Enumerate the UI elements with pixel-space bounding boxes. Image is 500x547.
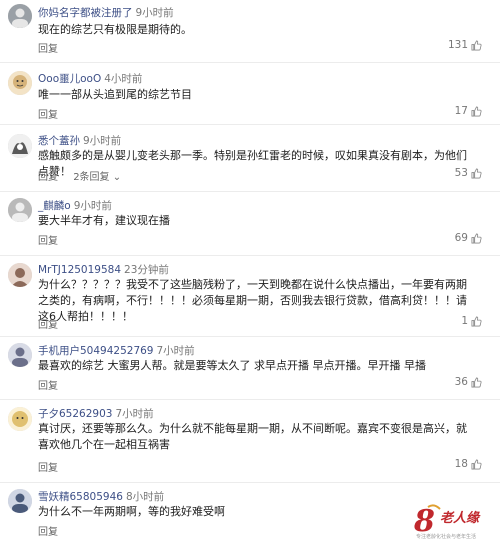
- comment-item: 你妈名字都被注册了 9小时前 现在的综艺只有极限是期待的。 回复 131: [0, 0, 500, 63]
- comment-meta: 雪妖精65805946 8小时前: [38, 489, 164, 504]
- watermark-text: 老人缘: [440, 511, 480, 526]
- username[interactable]: 子夕65262903: [38, 408, 112, 420]
- like-button[interactable]: 1: [461, 315, 482, 327]
- comment-item: 手机用户50494252769 7小时前 最喜欢的综艺 大蜜男人帮。就是要等太久了…: [0, 337, 500, 400]
- thumbs-up-icon: [471, 233, 482, 243]
- thumbs-up-icon: [471, 459, 482, 469]
- timestamp: 9小时前: [73, 200, 112, 212]
- comment-text: 为什么？？？？？我受不了这些脑残粉了，一天到晚都在说什么快点播出，一年要有两期之…: [38, 278, 467, 323]
- comment-meta: 子夕65262903 7小时前: [38, 406, 154, 421]
- timestamp: 9小时前: [135, 7, 174, 19]
- like-button[interactable]: 17: [455, 105, 482, 117]
- thumbs-up-icon: [471, 106, 482, 116]
- reply-button[interactable]: 回复: [38, 320, 58, 331]
- timestamp: 23分钟前: [124, 264, 169, 276]
- comment-actions: 回复: [38, 106, 70, 121]
- username[interactable]: 悉个蓋孙: [38, 135, 80, 147]
- username[interactable]: 雪妖精65805946: [38, 491, 123, 503]
- comment-list: 你妈名字都被注册了 9小时前 现在的综艺只有极限是期待的。 回复 131 Ooo噩…: [0, 0, 500, 547]
- username[interactable]: _麒麟o: [38, 200, 71, 212]
- more-replies-link[interactable]: 2条回复 ⌄: [73, 172, 121, 183]
- reply-button[interactable]: 回复: [38, 527, 58, 538]
- avatar[interactable]: [8, 134, 32, 158]
- username[interactable]: 你妈名字都被注册了: [38, 7, 133, 19]
- comment-text: 现在的综艺只有极限是期待的。: [38, 23, 192, 36]
- comment-item: 子夕65262903 7小时前 真讨厌，还要等那么久。为什么就不能每星期一期，从不…: [0, 400, 500, 483]
- comment-actions: 回复 2条回复 ⌄: [38, 168, 133, 183]
- timestamp: 7小时前: [115, 408, 154, 420]
- reply-button[interactable]: 回复: [38, 172, 58, 183]
- like-count: 1: [461, 315, 468, 327]
- username[interactable]: Ooo噩儿ooO: [38, 73, 101, 85]
- comment-actions: 回复: [38, 459, 70, 474]
- like-count: 131: [447, 39, 468, 51]
- comment-meta: 你妈名字都被注册了 9小时前: [38, 5, 174, 20]
- like-count: 69: [454, 232, 468, 244]
- comment-item: 悉个蓋孙 9小时前 感触颇多的是从婴儿变老头那一季。特别是孙红雷老的时候，叹如果真…: [0, 125, 500, 192]
- comment-actions: 回复: [38, 40, 70, 55]
- watermark-subtext: 专注老龄化社会与老年生活: [416, 534, 477, 540]
- timestamp: 7小时前: [156, 345, 195, 357]
- thumbs-up-icon: [471, 316, 482, 326]
- thumbs-up-icon: [471, 168, 482, 178]
- thumbs-up-icon: [471, 377, 482, 387]
- avatar[interactable]: [8, 489, 32, 513]
- comment-text: 要大半年才有，建议现在播: [38, 214, 170, 227]
- like-button[interactable]: 36: [455, 376, 482, 388]
- like-button[interactable]: 69: [455, 232, 482, 244]
- timestamp: 4小时前: [104, 73, 143, 85]
- reply-button[interactable]: 回复: [38, 110, 58, 121]
- username[interactable]: MrTJ125019584: [38, 264, 121, 276]
- comment-meta: 手机用户50494252769 7小时前: [38, 343, 195, 358]
- like-button[interactable]: 18: [455, 458, 482, 470]
- comment-meta: Ooo噩儿ooO 4小时前: [38, 71, 142, 86]
- comment-meta: _麒麟o 9小时前: [38, 198, 112, 213]
- like-count: 36: [454, 376, 468, 388]
- comment-item: _麒麟o 9小时前 要大半年才有，建议现在播 回复 69: [0, 192, 500, 256]
- avatar[interactable]: [8, 263, 32, 287]
- username[interactable]: 手机用户50494252769: [38, 345, 154, 357]
- like-count: 53: [454, 167, 468, 179]
- chevron-down-icon: ⌄: [112, 172, 122, 183]
- comment-text: 唯一一部从头追到尾的综艺节目: [38, 88, 192, 101]
- comment-text: 为什么不一年两期啊，等的我好难受啊: [38, 505, 225, 518]
- avatar[interactable]: [8, 71, 32, 95]
- avatar[interactable]: [8, 198, 32, 222]
- like-button[interactable]: 53: [455, 167, 482, 179]
- more-replies-label: 2条回复: [73, 172, 110, 183]
- comment-text: 最喜欢的综艺 大蜜男人帮。就是要等太久了 求早点开播 早点开播。早开播 早播: [38, 359, 426, 372]
- watermark-logo: 8 老人缘 专注老龄化社会与老年生活: [410, 501, 494, 545]
- comment-actions: 回复: [38, 232, 70, 247]
- comment-meta: 悉个蓋孙 9小时前: [38, 133, 121, 148]
- thumbs-up-icon: [471, 40, 482, 50]
- avatar[interactable]: [8, 343, 32, 367]
- like-count: 18: [454, 458, 468, 470]
- avatar[interactable]: [8, 4, 32, 28]
- reply-button[interactable]: 回复: [38, 236, 58, 247]
- timestamp: 9小时前: [83, 135, 122, 147]
- comment-text: 真讨厌，还要等那么久。为什么就不能每星期一期，从不间断呢。嘉宾不变很是高兴，就喜…: [38, 422, 467, 451]
- timestamp: 8小时前: [125, 491, 165, 503]
- reply-button[interactable]: 回复: [38, 463, 58, 474]
- comment-item: Ooo噩儿ooO 4小时前 唯一一部从头追到尾的综艺节目 回复 17: [0, 63, 500, 125]
- like-button[interactable]: 131: [448, 39, 482, 51]
- like-count: 17: [454, 105, 468, 117]
- reply-button[interactable]: 回复: [38, 381, 58, 392]
- comment-actions: 回复: [38, 377, 70, 392]
- avatar[interactable]: [8, 407, 32, 431]
- comment-item: MrTJ125019584 23分钟前 为什么？？？？？我受不了这些脑残粉了，一天…: [0, 256, 500, 337]
- comment-actions: 回复: [38, 523, 70, 538]
- comment-meta: MrTJ125019584 23分钟前: [38, 262, 169, 277]
- comment-actions: 回复: [38, 316, 70, 331]
- reply-button[interactable]: 回复: [38, 44, 58, 55]
